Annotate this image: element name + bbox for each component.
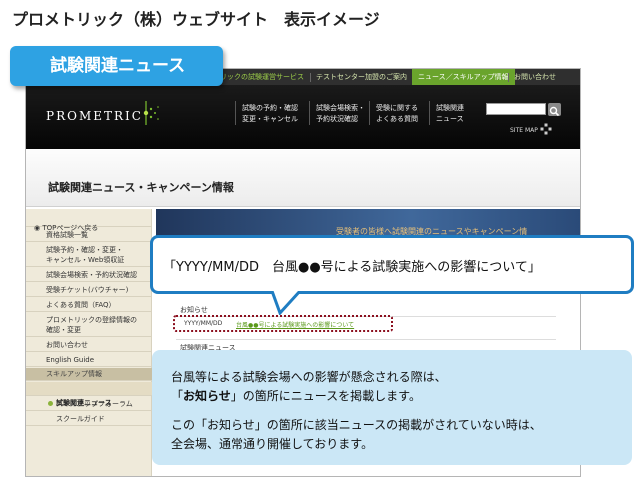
logo-sparkle-icon — [143, 101, 159, 125]
sidebar-item-forum[interactable]: スキルアップフォーラム — [26, 397, 152, 411]
header-link-reserve[interactable]: 試験の予約・確認 変更・キャンセル — [242, 103, 298, 125]
sitemap-icon[interactable] — [540, 123, 552, 135]
sitemap-link[interactable]: SITE MAP — [510, 127, 538, 134]
search-icon[interactable] — [548, 103, 561, 117]
callout-text: 「YYYY/MM/DD 台風●●号による試験実施への影響について」 — [163, 260, 541, 275]
sidebar-item-registration[interactable]: プロメトリックの登録情報の 確認・変更 — [26, 313, 152, 337]
sidebar-section-skillup[interactable]: スキルアップ情報 — [26, 368, 152, 381]
note-line-1: 台風等による試験会場への影響が懸念される際は、 — [171, 370, 447, 384]
content-title: 試験関連ニュース・キャンペーン情報 — [48, 181, 234, 194]
sidebar-item-reserve[interactable]: 試験予約・確認・変更・ キャンセル・Web領収証 — [26, 243, 152, 267]
header-link-venue[interactable]: 試験会場検索・ 予約状況確認 — [316, 103, 365, 125]
sidebar-item-contact[interactable]: お問い合わせ — [26, 338, 152, 352]
site-header: PROMETRIC 試験の予約・確認 変更・キャンセル 試験会場検索・ 予約状況… — [26, 85, 580, 149]
nav-item-service[interactable]: リックの試験運営サービス — [220, 69, 304, 85]
note-line-2: 「お知らせ」の箇所にニュースを掲載します。 — [171, 389, 421, 403]
section-tag: 試験関連ニュース — [10, 46, 223, 86]
nav-item-testcenter[interactable]: テストセンター加盟のご案内 — [316, 69, 407, 85]
nav-item-news[interactable]: ニュース／スキルアップ情報 — [412, 69, 515, 85]
sidebar-item-faq[interactable]: よくある質問（FAQ） — [26, 298, 152, 312]
sidebar-item-top[interactable]: ◉ TOPページへ戻る — [26, 213, 152, 232]
header-link-news[interactable]: 試験関連 ニュース — [436, 103, 464, 125]
sidebar-item-english[interactable]: English Guide — [26, 353, 152, 367]
prometric-logo[interactable]: PROMETRIC — [46, 109, 143, 123]
search-input[interactable] — [486, 103, 546, 115]
nav-item-contact[interactable]: お問い合わせ — [514, 69, 556, 85]
note-line-3: この「お知らせ」の箇所に該当ニュースの掲載がされていない時は、 — [171, 418, 542, 432]
sidebar-item-exams[interactable]: 資格試験一覧 — [26, 228, 152, 242]
sidebar-item-voucher[interactable]: 受験チケット(バウチャー) — [26, 283, 152, 297]
callout-tail — [270, 291, 302, 315]
divider — [176, 339, 556, 340]
news-date: YYYY/MM/DD — [184, 320, 223, 327]
news-link[interactable]: 台風●●号による試験実施への影響について — [236, 320, 354, 329]
sidebar-item-venue[interactable]: 試験会場検索・予約状況確認 — [26, 268, 152, 282]
oshirase-label: お知らせ — [180, 306, 208, 314]
note-line-4: 全会場、通常通り開催しております。 — [171, 437, 374, 451]
content-title-band — [26, 149, 580, 207]
left-sidebar: ◉ TOPページへ戻る 資格試験一覧 試験予約・確認・変更・ キャンセル・Web… — [26, 209, 152, 476]
note-emphasis: お知らせ — [183, 389, 231, 403]
header-link-faq[interactable]: 受験に関する よくある質問 — [376, 103, 418, 125]
page-title: プロメトリック（株）ウェブサイト 表示イメージ — [12, 10, 380, 29]
sidebar-item-school[interactable]: スクールガイド — [26, 412, 152, 426]
sidebar-item-news[interactable]: 試験関連ニュース — [26, 382, 152, 407]
